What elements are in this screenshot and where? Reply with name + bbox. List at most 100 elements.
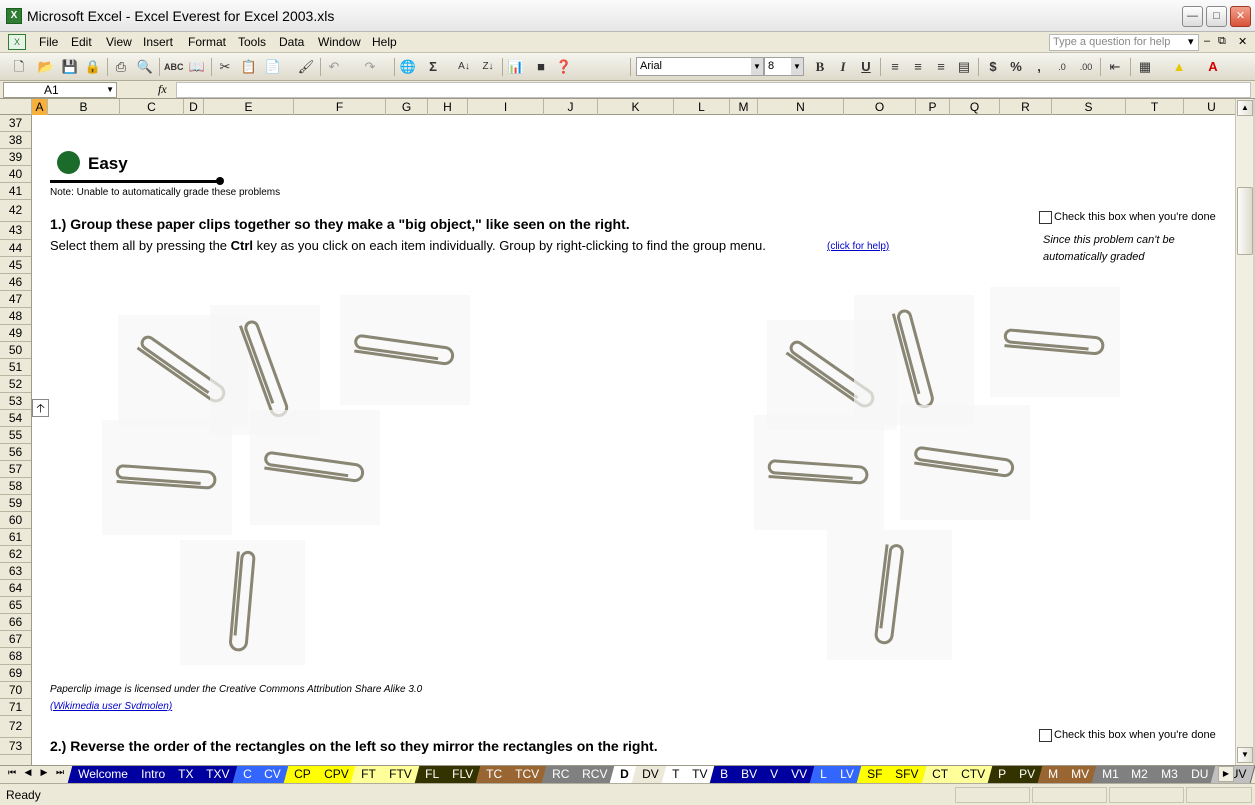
align-left-icon[interactable]: ≡: [886, 58, 904, 76]
row-header[interactable]: 56: [0, 444, 31, 461]
redo-icon[interactable]: ↷: [361, 58, 379, 76]
menu-tools[interactable]: Tools: [238, 35, 266, 49]
row-header[interactable]: 57: [0, 461, 31, 478]
minimize-button[interactable]: —: [1182, 6, 1203, 27]
format-painter-icon[interactable]: 🖌: [297, 58, 315, 76]
row-header[interactable]: 45: [0, 257, 31, 274]
first-sheet-icon[interactable]: ⏮: [6, 767, 18, 778]
autosum-icon[interactable]: Σ: [424, 58, 442, 76]
row-header[interactable]: 50: [0, 342, 31, 359]
column-header[interactable]: Q: [950, 99, 1000, 115]
row-header[interactable]: 40: [0, 166, 31, 183]
close-button[interactable]: ✕: [1230, 6, 1251, 27]
row-header[interactable]: 38: [0, 132, 31, 149]
column-header[interactable]: R: [1000, 99, 1052, 115]
menu-file[interactable]: File: [39, 35, 58, 49]
font-name-select[interactable]: Arial ▼: [636, 57, 764, 76]
row-header[interactable]: 42: [0, 200, 31, 222]
column-header[interactable]: E: [204, 99, 294, 115]
row-header[interactable]: 43: [0, 222, 31, 240]
sort-ascending-icon[interactable]: A↓: [455, 58, 473, 76]
doc-minimize-button[interactable]: –: [1204, 35, 1210, 47]
menu-format[interactable]: Format: [188, 35, 226, 49]
column-header[interactable]: S: [1052, 99, 1126, 115]
tab-scroll-right-icon[interactable]: ▶: [1218, 766, 1234, 782]
menu-insert[interactable]: Insert: [143, 35, 173, 49]
open-icon[interactable]: 📂: [37, 58, 55, 76]
ask-dropdown-icon[interactable]: ▾: [1188, 35, 1194, 48]
row-header[interactable]: 73: [0, 738, 31, 755]
research-icon[interactable]: 📖: [188, 58, 206, 76]
column-header[interactable]: M: [730, 99, 758, 115]
spelling-icon[interactable]: ABC: [164, 58, 184, 76]
print-icon[interactable]: ⎙: [112, 58, 130, 76]
column-header[interactable]: C: [120, 99, 184, 115]
doc-close-button[interactable]: ✕: [1238, 35, 1247, 48]
row-header[interactable]: 54: [0, 410, 31, 427]
ask-question-input[interactable]: Type a question for help: [1049, 34, 1199, 51]
borders-icon[interactable]: ▦: [1136, 58, 1154, 76]
paperclip-image[interactable]: [102, 420, 232, 535]
image-credit-link[interactable]: (Wikimedia user Svdmolen): [50, 701, 172, 712]
select-all-corner[interactable]: [0, 99, 32, 115]
row-header[interactable]: 70: [0, 682, 31, 699]
column-header[interactable]: U: [1184, 99, 1240, 115]
done-checkbox-1[interactable]: [1039, 211, 1052, 224]
save-icon[interactable]: 💾: [61, 58, 79, 76]
cut-icon[interactable]: ✂: [216, 58, 234, 76]
italic-icon[interactable]: I: [834, 58, 852, 76]
row-header[interactable]: 69: [0, 665, 31, 682]
column-header[interactable]: A: [32, 99, 48, 115]
underline-icon[interactable]: U: [857, 58, 875, 76]
sheet-tab[interactable]: Welcome: [67, 766, 138, 783]
row-header[interactable]: 67: [0, 631, 31, 648]
scroll-thumb[interactable]: [1237, 187, 1253, 255]
row-header[interactable]: 46: [0, 274, 31, 291]
row-header[interactable]: 65: [0, 597, 31, 614]
increase-decimal-icon[interactable]: .0: [1053, 58, 1071, 76]
row-header[interactable]: 39: [0, 149, 31, 166]
paperclip-image[interactable]: [340, 295, 470, 405]
print-preview-icon[interactable]: 🔍: [136, 58, 154, 76]
undo-icon[interactable]: ↶: [325, 58, 343, 76]
copy-icon[interactable]: 📋: [240, 58, 258, 76]
prev-sheet-icon[interactable]: ◀: [22, 767, 34, 778]
menu-edit[interactable]: Edit: [71, 35, 92, 49]
row-header[interactable]: 58: [0, 478, 31, 495]
doc-restore-button[interactable]: ⧉: [1218, 35, 1226, 48]
menu-data[interactable]: Data: [279, 35, 304, 49]
align-right-icon[interactable]: ≡: [932, 58, 950, 76]
scroll-down-icon[interactable]: ▼: [1237, 747, 1253, 763]
column-header[interactable]: F: [294, 99, 386, 115]
last-sheet-icon[interactable]: ⏭: [54, 767, 66, 778]
worksheet[interactable]: Easy Note: Unable to automatically grade…: [32, 115, 1235, 765]
row-header[interactable]: 53: [0, 393, 31, 410]
row-header[interactable]: 62: [0, 546, 31, 563]
row-header[interactable]: 49: [0, 325, 31, 342]
bold-icon[interactable]: B: [811, 58, 829, 76]
row-header[interactable]: 48: [0, 308, 31, 325]
help-link[interactable]: (click for help): [827, 241, 889, 252]
drawing-icon[interactable]: ■: [532, 58, 550, 76]
menu-window[interactable]: Window: [318, 35, 361, 49]
column-header[interactable]: T: [1126, 99, 1184, 115]
decrease-decimal-icon[interactable]: .00: [1077, 58, 1095, 76]
chart-wizard-icon[interactable]: 📊: [507, 58, 525, 76]
column-header[interactable]: I: [468, 99, 544, 115]
paperclip-image[interactable]: [180, 540, 305, 665]
name-box[interactable]: A1 ▼: [3, 82, 117, 98]
currency-icon[interactable]: $: [984, 58, 1002, 76]
scroll-up-icon[interactable]: ▲: [1237, 100, 1253, 116]
column-header[interactable]: N: [758, 99, 844, 115]
row-header[interactable]: 55: [0, 427, 31, 444]
merge-center-icon[interactable]: ▤: [955, 58, 973, 76]
column-header[interactable]: H: [428, 99, 468, 115]
row-header[interactable]: 63: [0, 563, 31, 580]
row-header[interactable]: 47: [0, 291, 31, 308]
row-header[interactable]: 61: [0, 529, 31, 546]
row-header[interactable]: 64: [0, 580, 31, 597]
done-checkbox-2[interactable]: [1039, 729, 1052, 742]
column-header[interactable]: O: [844, 99, 916, 115]
row-header[interactable]: 68: [0, 648, 31, 665]
column-header[interactable]: K: [598, 99, 674, 115]
